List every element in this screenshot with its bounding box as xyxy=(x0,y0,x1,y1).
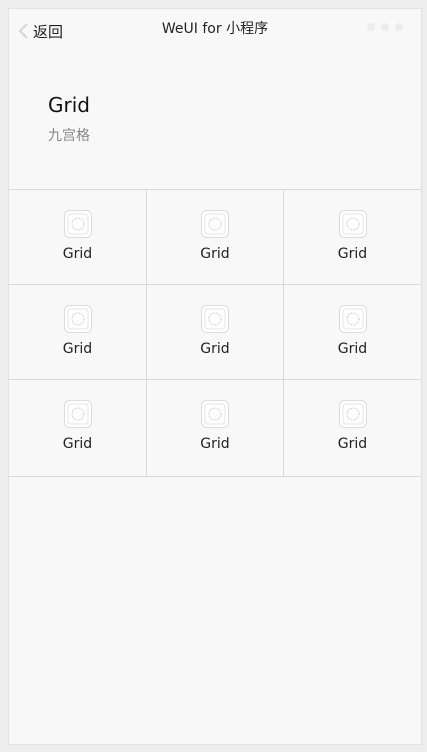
grid-placeholder-icon xyxy=(201,400,229,428)
grid-label: Grid xyxy=(337,436,368,452)
grid-placeholder-icon xyxy=(338,400,367,428)
grid-item[interactable]: Grid xyxy=(284,190,421,285)
app-window: 返回 WeUI for 小程序 Grid 九宫格 Grid Grid Grid Gri… xyxy=(8,8,422,745)
grid-item[interactable]: Grid xyxy=(284,285,421,380)
grid-placeholder-icon xyxy=(63,400,92,428)
grid-label: Grid xyxy=(62,341,93,357)
grid-item[interactable]: Grid xyxy=(9,285,147,380)
grid-item[interactable]: Grid xyxy=(9,380,147,476)
grid-label: Grid xyxy=(62,436,93,452)
grid-placeholder-icon xyxy=(201,305,229,333)
grid-label: Grid xyxy=(200,341,230,357)
grid-placeholder-icon xyxy=(338,305,367,333)
more-dots-icon[interactable] xyxy=(367,23,403,31)
grid-container: Grid Grid Grid Grid Grid Grid Grid Grid Grid xyxy=(9,189,421,477)
grid-label: Grid xyxy=(337,341,368,357)
grid-label: Grid xyxy=(62,246,93,262)
grid-item[interactable]: Grid xyxy=(147,380,284,476)
grid-label: Grid xyxy=(337,246,368,262)
grid-placeholder-icon xyxy=(63,305,92,333)
grid-label: Grid xyxy=(200,246,230,262)
grid-placeholder-icon xyxy=(338,210,367,238)
page-header: Grid 九宫格 xyxy=(48,93,90,145)
grid-item[interactable]: Grid xyxy=(284,380,421,476)
grid-item[interactable]: Grid xyxy=(9,190,147,285)
section-title: Grid xyxy=(48,93,90,117)
grid-item[interactable]: Grid xyxy=(147,190,284,285)
page-title: WeUI for 小程序 xyxy=(161,21,269,37)
navigation-bar: 返回 WeUI for 小程序 xyxy=(9,9,421,53)
grid-label: Grid xyxy=(200,436,230,452)
section-description: 九宫格 xyxy=(48,128,90,144)
grid-item[interactable]: Grid xyxy=(147,285,284,380)
grid-placeholder-icon xyxy=(201,210,229,238)
grid-placeholder-icon xyxy=(63,210,92,238)
